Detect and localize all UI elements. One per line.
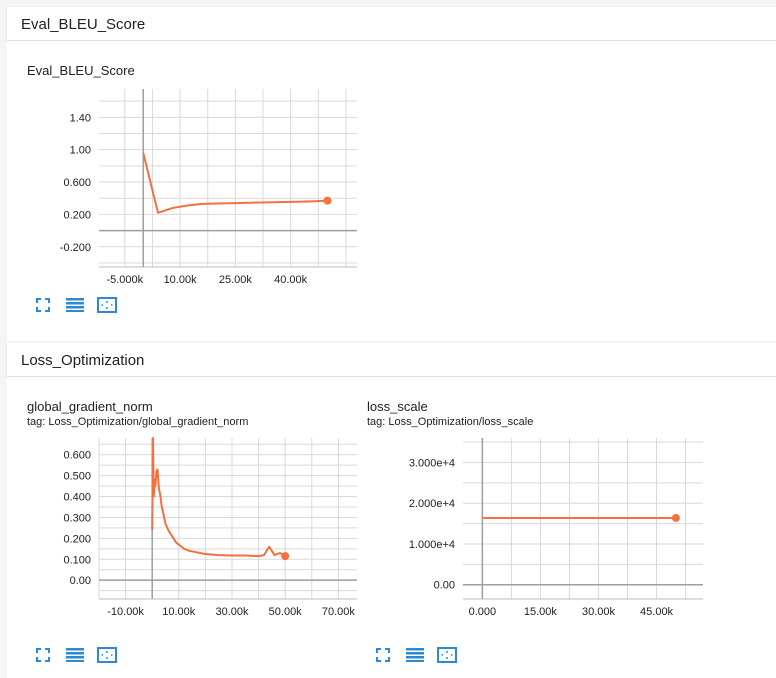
list-lines-icon [66, 648, 84, 662]
fullscreen-icon [36, 298, 50, 312]
y-tick-label: 3.000e+4 [409, 457, 455, 469]
y-tick-label: 1.40 [70, 112, 91, 124]
y-tick-label: 0.00 [434, 580, 455, 592]
section-body-eval-bleu: Eval_BLEU_Score -5.000k 10.00k 25.00k 40.00… [7, 41, 776, 341]
fit-to-data-icon [97, 297, 117, 313]
x-tick-label: 15.00k [524, 606, 558, 618]
x-tick-label: -10.00k [107, 606, 144, 618]
list-lines-icon [66, 298, 84, 312]
grid [99, 89, 357, 267]
y-tick-label: 0.600 [63, 177, 91, 189]
fit-domain-button[interactable] [97, 296, 117, 314]
y-tick-label: 0.300 [63, 512, 91, 524]
y-tick-label: 0.400 [63, 492, 91, 504]
chart-loss-scale[interactable]: 0.000 15.00k 30.00k 45.00k 0.00 1.000e+4 2.000… [347, 434, 707, 639]
fit-domain-button[interactable] [97, 646, 117, 664]
y-tick-label: 1.00 [70, 145, 91, 157]
log-scale-button[interactable] [405, 646, 425, 664]
y-tick-label: 0.600 [63, 450, 91, 462]
fit-domain-button[interactable] [437, 646, 457, 664]
section-header-eval-bleu[interactable]: Eval_BLEU_Score [7, 7, 776, 41]
section-title: Loss_Optimization [21, 352, 145, 369]
x-tick-label: 45.00k [640, 606, 674, 618]
expand-button[interactable] [373, 646, 393, 664]
log-scale-button[interactable] [65, 646, 85, 664]
expand-button[interactable] [33, 646, 53, 664]
series-last-point [281, 552, 290, 561]
log-scale-button[interactable] [65, 296, 85, 314]
chart-global-gradient-norm[interactable]: -10.00k 10.00k 30.00k 50.00k 70.00k0.000.100… [7, 434, 367, 639]
x-tick-label: 30.00k [582, 606, 616, 618]
card-title: global_gradient_norm [27, 399, 153, 414]
y-tick-label: 0.500 [63, 471, 91, 483]
series-last-point [671, 513, 680, 522]
grid [98, 438, 357, 599]
chart-bleu[interactable]: -5.000k 10.00k 25.00k 40.00k -0.200 0.200 0.60… [7, 81, 367, 296]
section-header-loss-optimization[interactable]: Loss_Optimization [7, 343, 776, 377]
section-body-loss-optimization: global_gradient_norm tag: Loss_Optimizat… [7, 377, 776, 678]
x-tick-label: 0.000 [469, 606, 497, 618]
expand-button[interactable] [33, 296, 53, 314]
y-tick-label: -0.200 [60, 242, 91, 254]
y-tick-label: 0.200 [63, 533, 91, 545]
x-tick-label: 40.00k [274, 274, 308, 286]
fullscreen-icon [376, 648, 390, 662]
y-tick-label: 1.000e+4 [409, 539, 455, 551]
fit-to-data-icon [97, 647, 117, 663]
y-tick-label: 0.00 [70, 575, 91, 587]
fit-to-data-icon [437, 647, 457, 663]
y-tick-label: 0.200 [63, 209, 91, 221]
section-title: Eval_BLEU_Score [21, 16, 146, 33]
series-last-point [323, 196, 332, 205]
x-tick-label: -5.000k [106, 274, 143, 286]
y-tick-label: 2.000e+4 [409, 498, 455, 510]
card-title: Eval_BLEU_Score [27, 63, 135, 78]
x-tick-label: 30.00k [215, 606, 249, 618]
list-lines-icon [406, 648, 424, 662]
y-tick-label: 0.100 [63, 554, 91, 566]
x-tick-label: 10.00k [164, 274, 198, 286]
x-tick-label: 50.00k [269, 606, 303, 618]
card-tag: tag: Loss_Optimization/global_gradient_n… [27, 416, 249, 428]
card-title: loss_scale [367, 399, 428, 414]
fullscreen-icon [36, 648, 50, 662]
x-tick-label: 10.00k [162, 606, 196, 618]
card-tag: tag: Loss_Optimization/loss_scale [367, 416, 534, 428]
x-tick-label: 25.00k [219, 274, 253, 286]
